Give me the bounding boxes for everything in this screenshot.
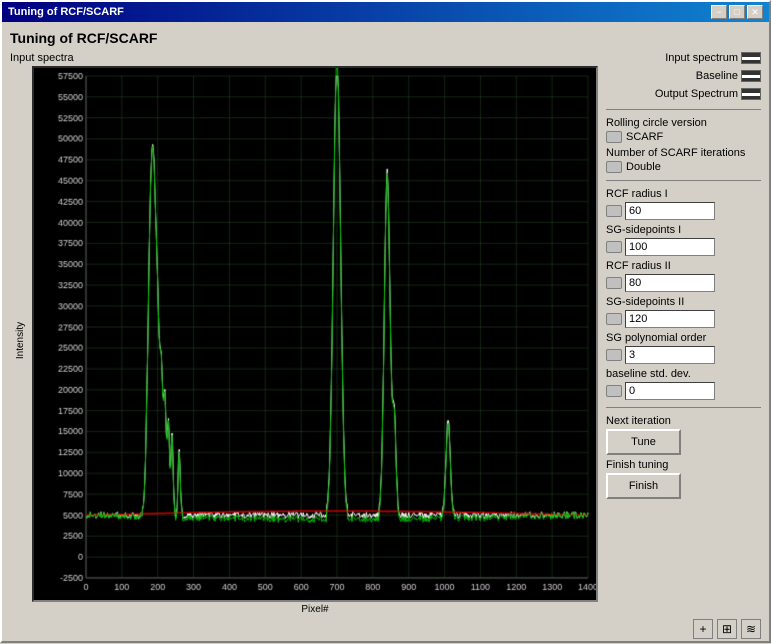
- maximize-button[interactable]: □: [729, 5, 745, 19]
- output-spectrum-icon: [741, 88, 761, 100]
- rcf-radius-ii-section: RCF radius II: [606, 260, 761, 292]
- divider-3: [606, 407, 761, 408]
- chart-inner: Pixel#: [32, 66, 598, 615]
- legend-row-output: Output Spectrum: [606, 88, 761, 100]
- sidebar: Input spectrum Baseline: [606, 52, 761, 615]
- input-spectrum-icon: [741, 52, 761, 64]
- main-area: Input spectra Intensity Pixel#: [10, 52, 761, 615]
- rolling-circle-label: Rolling circle version: [606, 117, 761, 129]
- sg-sidepoints-i-input[interactable]: [625, 238, 715, 256]
- baseline-std-section: baseline std. dev.: [606, 368, 761, 400]
- finish-tuning-label: Finish tuning: [606, 459, 761, 471]
- finish-button[interactable]: Finish: [606, 473, 681, 499]
- rolling-circle-section: Rolling circle version SCARF: [606, 117, 761, 143]
- tune-button[interactable]: Tune: [606, 429, 681, 455]
- bottom-bar: + ⊞ ≋: [10, 615, 761, 639]
- baseline-std-spinner-icon: [606, 385, 622, 397]
- sg-sidepoints-i-spinner-icon: [606, 241, 622, 253]
- legend-row: Input spectrum: [606, 52, 761, 64]
- sg-sidepoints-ii-label: SG-sidepoints II: [606, 296, 761, 308]
- legend-output-spectrum: Output Spectrum: [655, 88, 761, 100]
- input-spectrum-line: [742, 57, 760, 60]
- scarf-iterations-label: Number of SCARF iterations: [606, 147, 761, 159]
- sg-poly-order-section: SG polynomial order: [606, 332, 761, 364]
- chart-section-label: Input spectra: [10, 52, 598, 64]
- rcf-radius-i-section: RCF radius I: [606, 188, 761, 220]
- sg-poly-order-spinner-icon: [606, 349, 622, 361]
- baseline-std-row: [606, 382, 761, 400]
- divider-2: [606, 180, 761, 181]
- next-iteration-label: Next iteration: [606, 415, 761, 427]
- title-bar: Tuning of RCF/SCARF − □ ✕: [2, 2, 769, 22]
- rcf-radius-i-spinner-icon: [606, 205, 622, 217]
- sg-poly-order-input[interactable]: [625, 346, 715, 364]
- rolling-circle-radio-group: SCARF: [606, 131, 761, 143]
- y-axis-label: Intensity: [16, 322, 27, 359]
- sg-sidepoints-ii-input[interactable]: [625, 310, 715, 328]
- spectrum-chart: [34, 68, 596, 600]
- chart-container: [32, 66, 598, 602]
- zoom-in-icon[interactable]: +: [693, 619, 713, 639]
- x-axis-label: Pixel#: [32, 604, 598, 615]
- minimize-button[interactable]: −: [711, 5, 727, 19]
- output-spectrum-label: Output Spectrum: [655, 88, 738, 100]
- rolling-circle-value: SCARF: [626, 131, 663, 143]
- baseline-line: [742, 75, 760, 78]
- rcf-radius-ii-spinner-icon: [606, 277, 622, 289]
- legend-row-baseline: Baseline: [606, 70, 761, 82]
- legend-baseline: Baseline: [696, 70, 761, 82]
- close-button[interactable]: ✕: [747, 5, 763, 19]
- input-spectrum-label: Input spectrum: [665, 52, 738, 64]
- rcf-radius-ii-label: RCF radius II: [606, 260, 761, 272]
- chart-wrapper: Intensity Pixel#: [10, 66, 598, 615]
- sg-sidepoints-ii-spinner-icon: [606, 313, 622, 325]
- scarf-iterations-section: Number of SCARF iterations Double: [606, 147, 761, 173]
- baseline-icon: [741, 70, 761, 82]
- scarf-iterations-value: Double: [626, 161, 661, 173]
- rcf-radius-i-input[interactable]: [625, 202, 715, 220]
- scarf-iterations-radio-group: Double: [606, 161, 761, 173]
- sg-sidepoints-ii-section: SG-sidepoints II: [606, 296, 761, 328]
- window-title: Tuning of RCF/SCARF: [8, 6, 124, 18]
- sg-sidepoints-i-label: SG-sidepoints I: [606, 224, 761, 236]
- baseline-std-label: baseline std. dev.: [606, 368, 761, 380]
- divider-1: [606, 109, 761, 110]
- baseline-std-input[interactable]: [625, 382, 715, 400]
- chart-area: Input spectra Intensity Pixel#: [10, 52, 598, 615]
- page-title: Tuning of RCF/SCARF: [10, 30, 761, 46]
- sg-sidepoints-i-row: [606, 238, 761, 256]
- rcf-radius-i-label: RCF radius I: [606, 188, 761, 200]
- title-bar-buttons: − □ ✕: [711, 5, 763, 19]
- main-window: Tuning of RCF/SCARF − □ ✕ Tuning of RCF/…: [0, 0, 771, 643]
- window-content: Tuning of RCF/SCARF Input spectra Intens…: [2, 22, 769, 644]
- scarf-iterations-radio[interactable]: [606, 161, 622, 173]
- y-label-container: Intensity: [10, 66, 32, 615]
- legend-input-spectrum: Input spectrum: [665, 52, 761, 64]
- zoom-out-icon[interactable]: ≋: [741, 619, 761, 639]
- sg-sidepoints-ii-row: [606, 310, 761, 328]
- sg-sidepoints-i-section: SG-sidepoints I: [606, 224, 761, 256]
- finish-section: Finish tuning Finish: [606, 459, 761, 499]
- rolling-circle-radio[interactable]: [606, 131, 622, 143]
- sg-poly-order-row: [606, 346, 761, 364]
- rcf-radius-i-row: [606, 202, 761, 220]
- baseline-label: Baseline: [696, 70, 738, 82]
- tune-section: Next iteration Tune: [606, 415, 761, 455]
- zoom-reset-icon[interactable]: ⊞: [717, 619, 737, 639]
- output-spectrum-line: [742, 93, 760, 96]
- rcf-radius-ii-input[interactable]: [625, 274, 715, 292]
- sg-poly-order-label: SG polynomial order: [606, 332, 761, 344]
- rcf-radius-ii-row: [606, 274, 761, 292]
